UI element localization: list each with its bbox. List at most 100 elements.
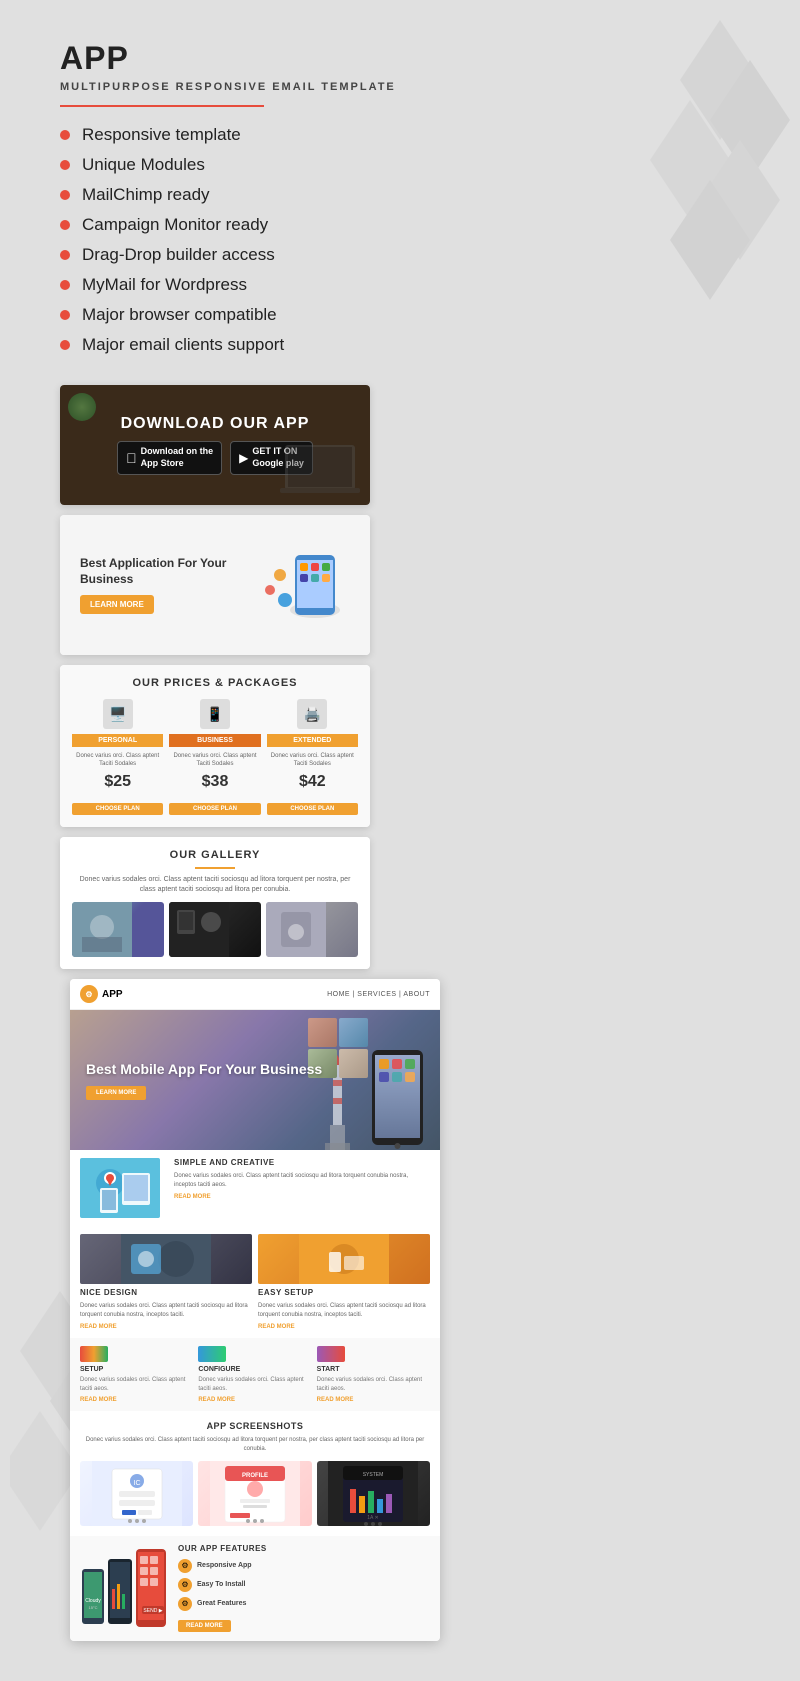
- screenshots-row: IC: [80, 1461, 430, 1526]
- pricing-icon-business: 📱: [200, 699, 230, 729]
- plan-name-extended: EXTENDED: [267, 734, 358, 747]
- pricing-icon-personal: 🖥️: [103, 699, 133, 729]
- two-col-item-1: NICE DESIGN Donec varius sodales orci. C…: [80, 1234, 252, 1330]
- three-col-section: SETUP Donec varius sodales orci. Class a…: [70, 1338, 440, 1411]
- gallery-image-3: [266, 902, 358, 957]
- features-read-more-button[interactable]: READ MORE: [178, 1620, 231, 1632]
- best-app-title: Best Application For Your Business: [80, 556, 260, 587]
- list-item: MyMail for Wordpress: [60, 275, 440, 295]
- email-hero: Best Mobile App For Your Business LEARN …: [70, 1010, 440, 1150]
- configure-read-more[interactable]: READ MORE: [198, 1397, 311, 1403]
- bullet-icon: [60, 310, 70, 320]
- setup-icon: [80, 1346, 108, 1362]
- list-item: MailChimp ready: [60, 185, 440, 205]
- two-col-section: NICE DESIGN Donec varius sodales orci. C…: [70, 1226, 440, 1338]
- title-divider: [60, 105, 400, 107]
- hero-phone-graphic: [370, 1045, 425, 1150]
- bullet-icon: [60, 220, 70, 230]
- pricing-card: OUR PRICES & PACKAGES 🖥️ PERSONAL Donec …: [60, 665, 370, 827]
- list-item: Unique Modules: [60, 155, 440, 175]
- feature-list: Responsive template Unique Modules MailC…: [60, 125, 440, 355]
- bullet-icon: [60, 160, 70, 170]
- choose-plan-extended[interactable]: CHOOSE PLAN: [267, 803, 358, 815]
- gallery-title: OUR GALLERY: [72, 849, 358, 861]
- plan-name-personal: PERSONAL: [72, 734, 163, 747]
- screenshot-2: PROFILE: [198, 1461, 311, 1526]
- simple-creative-section: SIMPLE AND CREATIVE Donec varius sodales…: [70, 1150, 440, 1226]
- nice-design-desc: Donec varius sodales orci. Class aptent …: [80, 1302, 252, 1320]
- page-title: APP: [60, 40, 440, 77]
- simple-creative-title: SIMPLE AND CREATIVE: [174, 1158, 430, 1167]
- bullet-icon: [60, 280, 70, 290]
- download-card: DOWNLOAD OUR APP  Download on the App S…: [60, 385, 370, 505]
- app-features-section: Cloudy 15°C: [70, 1536, 440, 1641]
- nice-design-title: NICE DESIGN: [80, 1288, 252, 1297]
- screenshots-title: APP SCREENSHOTS: [80, 1421, 430, 1431]
- choose-plan-personal[interactable]: CHOOSE PLAN: [72, 803, 163, 815]
- logo-icon: ⚙: [80, 985, 98, 1003]
- svg-text:PROFILE: PROFILE: [242, 1473, 268, 1479]
- left-column: APP MULTIPURPOSE RESPONSIVE EMAIL TEMPLA…: [60, 40, 440, 979]
- bullet-icon: [60, 340, 70, 350]
- screenshots-section: APP SCREENSHOTS Donec varius sodales orc…: [70, 1411, 440, 1536]
- pricing-title: OUR PRICES & PACKAGES: [72, 677, 358, 689]
- configure-icon: [198, 1346, 226, 1362]
- setup-read-more[interactable]: READ MORE: [80, 1397, 193, 1403]
- gallery-divider: [195, 867, 235, 869]
- easy-setup-title: EASY SETUP: [258, 1288, 430, 1297]
- best-app-card: Best Application For Your Business LEARN…: [60, 515, 370, 655]
- svg-text:15°C: 15°C: [89, 1605, 98, 1610]
- bullet-icon: [60, 190, 70, 200]
- gear-icon-3: ⚙: [178, 1597, 192, 1611]
- simple-creative-text: SIMPLE AND CREATIVE Donec varius sodales…: [168, 1158, 430, 1218]
- preview-left: DOWNLOAD OUR APP  Download on the App S…: [60, 385, 370, 969]
- bullet-icon: [60, 250, 70, 260]
- easy-setup-image: [258, 1234, 430, 1284]
- screenshot-3: SYSTEM 1A ✕: [317, 1461, 430, 1526]
- start-read-more[interactable]: READ MORE: [317, 1397, 430, 1403]
- nice-design-read-more[interactable]: READ MORE: [80, 1324, 252, 1330]
- hero-cta-button[interactable]: LEARN MORE: [86, 1086, 146, 1100]
- pricing-personal: 🖥️ PERSONAL Donec varius orci. Class apt…: [72, 699, 163, 815]
- appstore-button[interactable]:  Download on the App Store: [117, 441, 222, 474]
- simple-creative-desc: Donec varius sodales orci. Class aptent …: [174, 1172, 430, 1190]
- svg-text:IC: IC: [133, 1480, 140, 1487]
- best-app-text: Best Application For Your Business LEARN…: [80, 556, 260, 614]
- email-header: ⚙ APP HOME | SERVICES | ABOUT: [70, 979, 440, 1010]
- simple-creative-read-more[interactable]: READ MORE: [174, 1194, 430, 1200]
- page-subtitle: MULTIPURPOSE RESPONSIVE EMAIL TEMPLATE: [60, 81, 440, 93]
- choose-plan-business[interactable]: CHOOSE PLAN: [169, 803, 260, 815]
- features-list: OUR APP FEATURES ⚙ Responsive App ⚙ Easy…: [178, 1544, 430, 1633]
- list-item: Responsive template: [60, 125, 440, 145]
- phone-graphic: [260, 545, 350, 625]
- app-features-title: OUR APP FEATURES: [178, 1544, 430, 1553]
- three-col-start: START Donec varius sodales orci. Class a…: [317, 1346, 430, 1403]
- feature-item-3: ⚙ Great Features: [178, 1597, 430, 1611]
- email-logo: ⚙ APP: [80, 985, 123, 1003]
- feature-item-1: ⚙ Responsive App: [178, 1559, 430, 1573]
- three-col-configure: CONFIGURE Donec varius sodales orci. Cla…: [198, 1346, 311, 1403]
- gallery-image-2: [169, 902, 261, 957]
- list-item: Major email clients support: [60, 335, 440, 355]
- gear-icon-1: ⚙: [178, 1559, 192, 1573]
- learn-more-button[interactable]: LEARN MORE: [80, 595, 154, 614]
- gallery-image-1: [72, 902, 164, 957]
- plan-name-business: BUSINESS: [169, 734, 260, 747]
- email-nav: HOME | SERVICES | ABOUT: [327, 991, 430, 998]
- gallery-images: [72, 902, 358, 957]
- start-icon: [317, 1346, 345, 1362]
- phones-graphic: Cloudy 15°C: [80, 1544, 170, 1633]
- gear-icon-2: ⚙: [178, 1578, 192, 1592]
- pricing-icon-extended: 🖨️: [297, 699, 327, 729]
- hero-title: Best Mobile App For Your Business: [86, 1061, 322, 1078]
- hero-text: Best Mobile App For Your Business LEARN …: [86, 1061, 322, 1100]
- svg-text:Cloudy: Cloudy: [85, 1598, 101, 1604]
- list-item: Drag-Drop builder access: [60, 245, 440, 265]
- three-col-setup: SETUP Donec varius sodales orci. Class a…: [80, 1346, 193, 1403]
- pricing-price-business: $38: [169, 773, 260, 791]
- pricing-grid: 🖥️ PERSONAL Donec varius orci. Class apt…: [72, 699, 358, 815]
- pricing-price-personal: $25: [72, 773, 163, 791]
- pricing-extended: 🖨️ EXTENDED Donec varius orci. Class apt…: [267, 699, 358, 815]
- easy-setup-read-more[interactable]: READ MORE: [258, 1324, 430, 1330]
- svg-text:SYSTEM: SYSTEM: [363, 1472, 384, 1478]
